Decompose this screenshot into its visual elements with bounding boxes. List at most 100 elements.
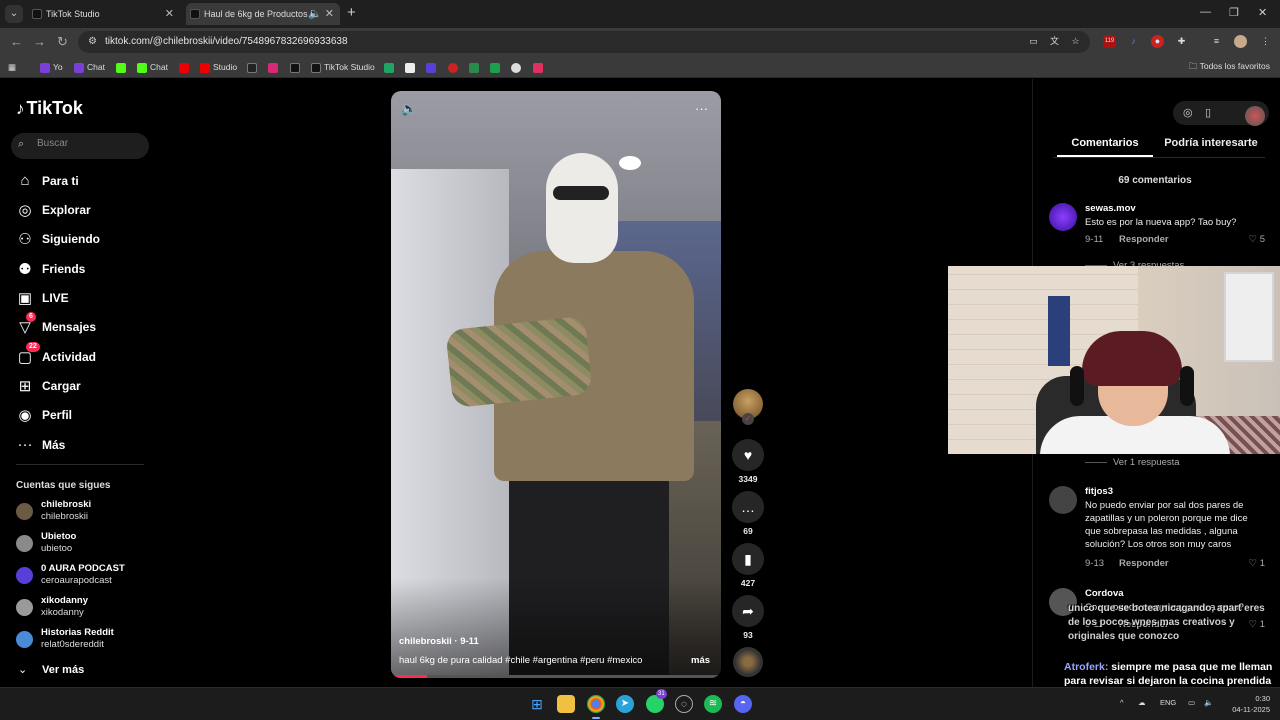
- minimize-icon[interactable]: —: [1200, 6, 1211, 18]
- caption-more-button[interactable]: más: [691, 655, 710, 666]
- phone-icon[interactable]: ▯: [1205, 106, 1211, 119]
- comment-like-button[interactable]: ♡ 1: [1249, 558, 1265, 569]
- forward-arrow-icon[interactable]: →: [33, 34, 46, 49]
- video-more-icon[interactable]: ···: [695, 101, 708, 116]
- followed-account[interactable]: 0 AURA PODCAST ceroaurapodcast: [16, 563, 156, 589]
- chrome-icon[interactable]: [587, 695, 605, 719]
- system-clock[interactable]: 0:30 04-11-2025: [1232, 693, 1270, 715]
- windows-start-icon[interactable]: ⊞: [528, 695, 546, 713]
- volume-tray-icon[interactable]: 🔈: [1204, 698, 1213, 707]
- view-replies-button[interactable]: Ver 1 respuesta: [1085, 457, 1180, 468]
- extension-audio-icon[interactable]: ♪: [1127, 35, 1140, 48]
- close-tab-icon[interactable]: 🔈 ✕: [308, 3, 334, 25]
- tray-app-icon[interactable]: ☁: [1138, 698, 1146, 707]
- nav-mensajes[interactable]: ▽ 6 Mensajes: [16, 312, 144, 339]
- pink-bookmark[interactable]: [533, 61, 546, 73]
- followed-account[interactable]: Historias Reddit relat0sdereddit: [16, 627, 156, 653]
- share-button[interactable]: ➦ 93: [732, 595, 764, 640]
- telegram-icon[interactable]: ➤: [616, 695, 634, 713]
- video-author[interactable]: chilebroskii · 9-11: [399, 636, 479, 647]
- bookmark-yo[interactable]: Yo: [40, 61, 63, 73]
- follow-check-icon[interactable]: ✓: [742, 413, 754, 425]
- comment-like-button[interactable]: ♡ 5: [1249, 234, 1265, 245]
- nav-mas[interactable]: ··· Más: [16, 435, 144, 457]
- followed-account[interactable]: xikodanny xikodanny: [16, 595, 156, 621]
- discord-icon[interactable]: ◓: [734, 695, 752, 713]
- all-bookmarks-folder[interactable]: 🗀 Todos los favoritos: [1189, 61, 1270, 75]
- extension-record-icon[interactable]: ●: [1151, 35, 1164, 48]
- red-bookmark[interactable]: [448, 61, 461, 73]
- tray-chevron-icon[interactable]: ^: [1120, 698, 1124, 707]
- address-url[interactable]: tiktok.com/@chilebroskii/video/754896783…: [105, 36, 348, 47]
- tab-comentarios[interactable]: Comentarios: [1057, 137, 1153, 157]
- tab-podria-interesarte[interactable]: Podría interesarte: [1161, 137, 1261, 149]
- drive-bookmark[interactable]: [384, 61, 397, 73]
- maximize-icon[interactable]: ❐: [1229, 6, 1239, 19]
- comment-username[interactable]: sewas.mov: [1085, 203, 1136, 214]
- save-button[interactable]: ▮ 427: [732, 543, 764, 588]
- extensions-puzzle-icon[interactable]: ✚: [1175, 35, 1188, 48]
- reload-icon[interactable]: ↻: [57, 34, 68, 50]
- extension-badge-icon[interactable]: 119: [1103, 35, 1116, 48]
- close-window-icon[interactable]: ✕: [1258, 6, 1267, 19]
- like-button[interactable]: ♥ 3349: [732, 439, 764, 484]
- comment-username[interactable]: fitjos3: [1085, 486, 1113, 497]
- tiktok-logo[interactable]: ♪ TikTok: [16, 98, 83, 119]
- nav-friends[interactable]: ⚉ Friends: [16, 259, 144, 281]
- new-tab-button[interactable]: +: [347, 4, 356, 21]
- search-box[interactable]: ⌕: [11, 133, 149, 159]
- nav-actividad[interactable]: ▢ 22 Actividad: [16, 342, 144, 369]
- site-info-icon[interactable]: ⚙: [88, 36, 97, 47]
- notion-bookmark[interactable]: [405, 61, 418, 73]
- compass-icon[interactable]: ◎: [1183, 106, 1193, 119]
- nav-perfil[interactable]: ◉ Perfil: [16, 405, 144, 427]
- tiktok-bookmark[interactable]: [290, 61, 303, 73]
- language-indicator[interactable]: ENG: [1160, 698, 1176, 707]
- network-icon[interactable]: ▭: [1188, 698, 1195, 707]
- bookmark-star-icon[interactable]: ☆: [1069, 35, 1082, 48]
- user-avatar-icon[interactable]: [1245, 106, 1265, 126]
- search-input[interactable]: [37, 138, 142, 149]
- nav-para-ti[interactable]: ⌂ Para ti: [16, 171, 144, 193]
- bookmark-studio[interactable]: Studio: [200, 61, 237, 73]
- nav-explorar[interactable]: ◎ Explorar: [16, 200, 144, 222]
- nav-cargar[interactable]: ⊞ Cargar: [16, 376, 144, 398]
- whatsapp-icon[interactable]: 31: [646, 689, 667, 713]
- see-more-accounts-button[interactable]: ⌄ Ver más: [16, 663, 116, 679]
- browser-tab-tiktok-studio[interactable]: TikTok Studio ✕: [28, 3, 180, 25]
- sheets-bookmark[interactable]: [490, 61, 503, 73]
- comment-button[interactable]: … 69: [732, 491, 764, 536]
- instagram-bookmark[interactable]: [268, 61, 281, 73]
- avatar[interactable]: [1049, 203, 1077, 231]
- reply-button[interactable]: Responder: [1119, 234, 1169, 245]
- address-bar[interactable]: ⚙ tiktok.com/@chilebroskii/video/7548967…: [78, 31, 1090, 53]
- volume-icon[interactable]: 🔈: [401, 101, 417, 117]
- x-bookmark[interactable]: [247, 61, 260, 73]
- kick-bookmark[interactable]: [116, 61, 129, 73]
- cast-icon[interactable]: ▭: [1027, 35, 1040, 48]
- tab-search-button[interactable]: ⌄: [5, 5, 23, 23]
- bookmark-tiktok-studio[interactable]: TikTok Studio: [311, 61, 375, 73]
- browser-tab-haul[interactable]: Haul de 6kg de Productos d 🔈 ✕: [186, 3, 340, 25]
- nav-siguiendo[interactable]: ⚇ Siguiendo: [16, 229, 144, 251]
- gear-bookmark[interactable]: [511, 61, 524, 73]
- file-explorer-icon[interactable]: [557, 695, 575, 713]
- nav-live[interactable]: ▣ LIVE: [16, 288, 144, 310]
- avatar[interactable]: [1049, 486, 1077, 514]
- video-player[interactable]: 🔈 ··· chilebroskii · 9-11 haul 6kg de pu…: [391, 91, 721, 678]
- reading-list-icon[interactable]: ≡: [1210, 35, 1223, 48]
- profile-avatar-icon[interactable]: [1234, 35, 1247, 48]
- spotify-icon[interactable]: ≋: [704, 695, 722, 713]
- comment-username[interactable]: Cordova: [1085, 588, 1124, 599]
- reply-button[interactable]: Responder: [1119, 558, 1169, 569]
- followed-account[interactable]: chilebroski chilebroskii: [16, 499, 156, 525]
- green-bookmark[interactable]: [469, 61, 482, 73]
- apps-grid-icon[interactable]: ▦: [8, 61, 16, 73]
- back-arrow-icon[interactable]: ←: [10, 34, 23, 49]
- obs-icon[interactable]: ◌: [675, 695, 693, 713]
- bookmark-chat-kick[interactable]: Chat: [137, 61, 168, 73]
- youtube-bookmark[interactable]: [179, 61, 192, 73]
- close-tab-icon[interactable]: ✕: [165, 3, 174, 25]
- purple-bookmark[interactable]: [426, 61, 439, 73]
- bookmark-chat[interactable]: Chat: [74, 61, 105, 73]
